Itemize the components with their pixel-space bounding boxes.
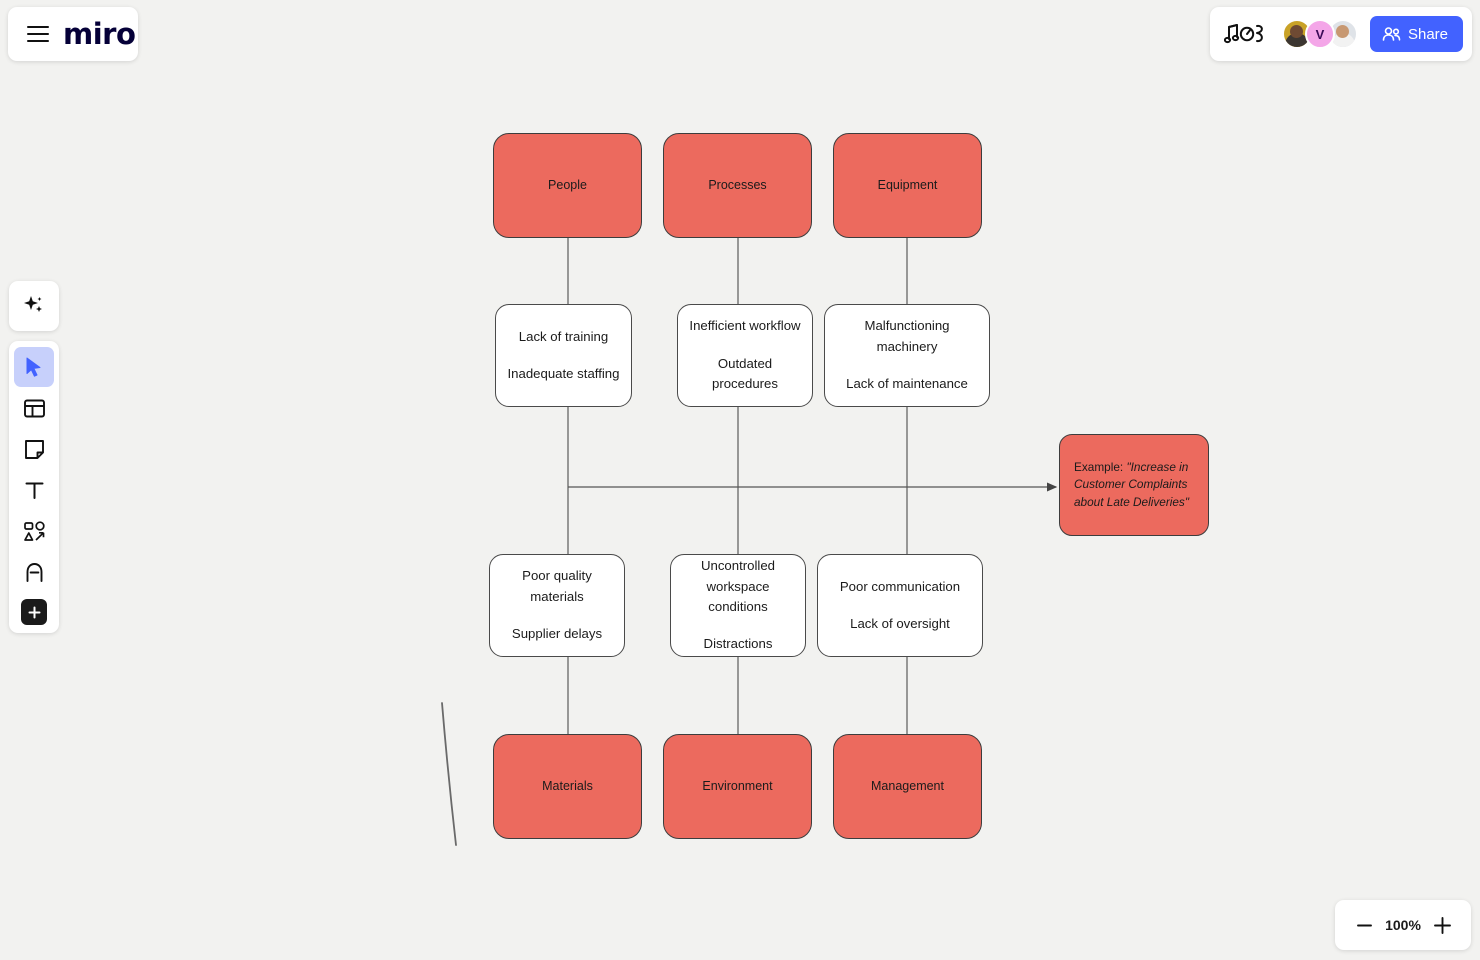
board-canvas[interactable]: People Processes Equipment Lack of train… (0, 0, 1480, 960)
tool-templates[interactable] (14, 388, 54, 428)
cause-line: Poor quality materials (522, 568, 592, 604)
plus-icon (1433, 916, 1451, 934)
node-label: Environment (702, 778, 773, 793)
cause-node-materials[interactable]: Poor quality materials Supplier delays (489, 554, 625, 657)
sparkle-ai-icon[interactable] (14, 286, 54, 326)
cause-line: Distractions (703, 636, 773, 652)
cause-line: Lack of oversight (850, 616, 950, 631)
templates-frame-icon (23, 399, 45, 417)
pen-draw-icon (26, 562, 42, 582)
example-prefix: Example: (1074, 460, 1127, 475)
minus-icon (1356, 924, 1372, 926)
cause-node-processes[interactable]: Inefficient workflow Outdated procedures (677, 304, 813, 407)
plus-more-apps-icon (28, 606, 40, 618)
tool-text[interactable] (14, 470, 54, 510)
cause-line: Uncontrolled workspace conditions (700, 558, 776, 614)
tool-more-apps[interactable] (21, 599, 47, 625)
zoom-level-label[interactable]: 100% (1383, 917, 1423, 933)
miro-logo[interactable]: miro (63, 17, 136, 51)
cause-node-people[interactable]: Lack of training Inadequate staffing (495, 304, 632, 407)
cause-node-equipment[interactable]: Malfunctioning machinery Lack of mainten… (824, 304, 990, 407)
cause-line: Inadequate staffing (507, 366, 620, 381)
node-label: Materials (542, 778, 593, 793)
category-node-people[interactable]: People (493, 133, 642, 238)
collaborator-avatars: V (1281, 19, 1358, 49)
cursor-select-icon (26, 357, 41, 377)
zoom-in-button[interactable] (1429, 912, 1455, 938)
cause-line: Poor communication (839, 578, 961, 594)
category-node-equipment[interactable]: Equipment (833, 133, 982, 238)
tool-pen[interactable] (14, 552, 54, 592)
toolbar-ai-panel (9, 281, 59, 331)
category-node-processes[interactable]: Processes (663, 133, 812, 238)
cause-node-management[interactable]: Poor communication Lack of oversight (817, 554, 983, 657)
tool-sticky-note[interactable] (14, 429, 54, 469)
zoom-control: 100% (1335, 900, 1471, 950)
toolbar-main-panel (9, 341, 59, 633)
board-menu-bar: miro (8, 7, 138, 61)
node-label: Processes (708, 177, 767, 192)
miro-board-app: People Processes Equipment Lack of train… (0, 0, 1480, 960)
share-label: Share (1407, 25, 1448, 43)
avatar[interactable]: V (1304, 19, 1335, 49)
category-node-management[interactable]: Management (833, 734, 982, 839)
cause-node-environment[interactable]: Uncontrolled workspace conditions Distra… (670, 554, 806, 657)
avatar-initial: V (1315, 26, 1325, 42)
cause-line: Inefficient workflow (689, 318, 801, 334)
category-node-environment[interactable]: Environment (663, 734, 812, 839)
text-tool-icon (25, 482, 43, 499)
music-notes-icon[interactable] (1223, 19, 1270, 49)
board-actions-bar: V Share (1209, 7, 1472, 61)
cause-line: Malfunctioning machinery (864, 318, 950, 354)
people-icon (1382, 26, 1401, 41)
node-label: People (548, 177, 587, 192)
tool-select[interactable] (14, 347, 54, 387)
tool-shapes[interactable] (14, 511, 54, 551)
shapes-icon (23, 520, 45, 541)
cause-line: Outdated procedures (712, 355, 778, 392)
cause-line: Supplier delays (511, 626, 603, 642)
cause-line: Lack of maintenance (846, 376, 968, 392)
hamburger-menu-icon[interactable] (27, 25, 49, 43)
zoom-out-button[interactable] (1351, 912, 1377, 938)
example-note[interactable]: Example: "Increase in Customer Complaint… (1059, 434, 1209, 536)
node-label: Management (871, 778, 944, 793)
node-label: Equipment (877, 177, 938, 192)
cause-line: Lack of training (518, 328, 609, 344)
sticky-note-icon (24, 439, 44, 459)
share-button[interactable]: Share (1369, 16, 1463, 52)
category-node-materials[interactable]: Materials (493, 734, 642, 839)
